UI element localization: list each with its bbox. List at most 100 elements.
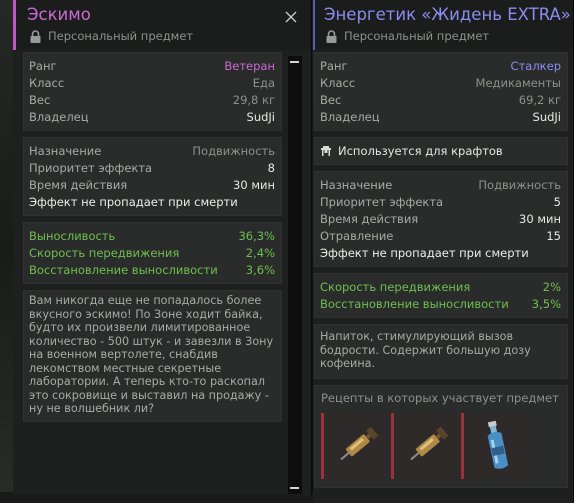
stat-value: 30 мин bbox=[233, 178, 275, 192]
stat-value: 5 bbox=[553, 195, 561, 209]
stat-value: SudJi bbox=[246, 110, 275, 124]
recipe-slot[interactable] bbox=[321, 412, 387, 479]
stat-label: Время действия bbox=[29, 178, 128, 192]
stat-value: Медикаменты bbox=[475, 76, 561, 90]
stat-value: 36,3% bbox=[238, 229, 275, 243]
stat-label: Назначение bbox=[320, 178, 393, 192]
description-section: Вам никогда еще не попадалось более вкус… bbox=[23, 290, 282, 422]
stat-label: Восстановление выносливости bbox=[29, 263, 218, 277]
stat-label: Время действия bbox=[320, 212, 419, 226]
syringe-icon bbox=[410, 426, 449, 460]
stat-label: Приоритет эффекта bbox=[29, 161, 153, 175]
stat-value: 30 мин bbox=[519, 212, 561, 226]
stat-label: Отравление bbox=[320, 229, 394, 243]
stat-row: Вес 69,2 кг bbox=[320, 92, 561, 109]
personal-item-badge: Персональный предмет bbox=[326, 29, 489, 43]
personal-item-badge: Персональный предмет bbox=[30, 29, 193, 43]
item-tooltip-eskimo: Эскимо Персональный предмет Ранг Ветеран К… bbox=[13, 0, 312, 495]
stat-label: Класс bbox=[320, 76, 356, 90]
craft-note: Используется для крафтов bbox=[320, 138, 561, 164]
stat-label: Ранг bbox=[29, 59, 57, 73]
bonus-stat-row: Восстановление выносливости 3,5% bbox=[320, 296, 561, 313]
item-title: Эскимо bbox=[27, 5, 91, 24]
stat-label: Ранг bbox=[320, 59, 348, 73]
stat-row: Назначение Подвижность bbox=[320, 177, 561, 194]
bottle-icon bbox=[487, 420, 509, 469]
tooltip-header: Энергетик «Жидень EXTRA» Персональный пр… bbox=[313, 0, 573, 50]
bonus-stat-row: Восстановление выносливости 3,6% bbox=[29, 262, 275, 279]
effect-section: Назначение Подвижность Приоритет эффекта 8 В… bbox=[23, 137, 282, 216]
item-description: Напиток, стимулирующий вызов бодрости. С… bbox=[320, 330, 531, 370]
stat-value: 3,5% bbox=[531, 297, 561, 311]
personal-label: Персональный предмет bbox=[344, 29, 490, 43]
stat-value: 3,6% bbox=[245, 263, 275, 277]
effect-note: Эффект не пропадает при смерти bbox=[29, 195, 238, 209]
item-description: Вам никогда еще не попадалось более вкус… bbox=[29, 294, 274, 415]
bonus-stats-section: Выносливость 36,3% Скорость передвижения 2,… bbox=[23, 222, 282, 284]
stat-value: SudJi bbox=[532, 110, 561, 124]
stat-label: Вес bbox=[29, 93, 51, 107]
stat-value: 2% bbox=[542, 280, 561, 294]
bonus-stat-row: Скорость передвижения 2% bbox=[320, 279, 561, 296]
description-section: Напиток, стимулирующий вызов бодрости. С… bbox=[314, 324, 568, 379]
stat-value: 69,2 кг bbox=[518, 93, 561, 107]
item-title: Энергетик «Жидень EXTRA» bbox=[324, 5, 571, 24]
stat-label: Скорость передвижения bbox=[29, 246, 180, 260]
stat-row: Приоритет эффекта 5 bbox=[320, 194, 561, 211]
recipes-label: Рецепты в которых участвует предмет bbox=[321, 390, 559, 405]
stat-row: Владелец SudJi bbox=[29, 109, 275, 126]
tooltip-body: Ранг Ветеран Класс Еда Вес 29,8 кг Владелец Sud… bbox=[23, 52, 282, 428]
stat-value: Подвижность bbox=[478, 178, 561, 192]
stat-label: Класс bbox=[29, 76, 65, 90]
stat-value: Сталкер bbox=[510, 59, 561, 73]
stat-value: 15 bbox=[546, 229, 561, 243]
stat-row: Класс Медикаменты bbox=[320, 75, 561, 92]
stat-label: Скорость передвижения bbox=[320, 280, 471, 294]
stat-label: Владелец bbox=[29, 110, 89, 124]
stat-row: Вес 29,8 кг bbox=[29, 92, 275, 109]
syringe-icon bbox=[340, 426, 379, 460]
stat-row: Приоритет эффекта 8 bbox=[29, 160, 275, 177]
basic-stats-section: Ранг Сталкер Класс Медикаменты Вес 69,2 кг Вла… bbox=[314, 52, 568, 131]
stat-row: Ранг Ветеран bbox=[29, 58, 275, 75]
stat-row: Отравление 15 bbox=[320, 228, 561, 245]
stat-label: Восстановление выносливости bbox=[320, 297, 509, 311]
effect-note: Эффект не пропадает при смерти bbox=[320, 246, 529, 260]
stat-value: 8 bbox=[267, 161, 275, 175]
bonus-stat-row: Выносливость 36,3% bbox=[29, 228, 275, 245]
effect-section: Назначение Подвижность Приоритет эффекта 5 В… bbox=[314, 171, 568, 267]
stat-row: Время действия 30 мин bbox=[320, 211, 561, 228]
background-strip bbox=[0, 0, 13, 503]
recipes-section: Рецепты в которых участвует предмет bbox=[314, 384, 568, 488]
stat-value: Ветеран bbox=[224, 59, 275, 73]
stat-value: 29,8 кг bbox=[232, 93, 275, 107]
personal-label: Персональный предмет bbox=[48, 29, 194, 43]
bonus-stat-row: Скорость передвижения 2,4% bbox=[29, 245, 275, 262]
recipes-list bbox=[321, 412, 561, 479]
scrollbar[interactable] bbox=[288, 56, 302, 494]
bonus-stats-section: Скорость передвижения 2% Восстановление вы… bbox=[314, 273, 568, 318]
craft-label: Используется для крафтов bbox=[338, 144, 503, 158]
stat-label: Вес bbox=[320, 93, 342, 107]
stat-value: Подвижность bbox=[192, 144, 275, 158]
stat-value: 2,4% bbox=[245, 246, 275, 260]
stat-row: Владелец SudJi bbox=[320, 109, 561, 126]
recipe-slot[interactable] bbox=[391, 412, 457, 479]
tooltip-header: Эскимо Персональный предмет bbox=[13, 0, 311, 50]
close-icon[interactable] bbox=[284, 10, 298, 24]
tooltip-body: Ранг Сталкер Класс Медикаменты Вес 69,2 кг Вла… bbox=[314, 52, 568, 494]
stat-label: Назначение bbox=[29, 144, 102, 158]
stat-label: Выносливость bbox=[29, 229, 116, 243]
stat-row: Назначение Подвижность bbox=[29, 143, 275, 160]
stat-row: Класс Еда bbox=[29, 75, 275, 92]
basic-stats-section: Ранг Ветеран Класс Еда Вес 29,8 кг Владелец Sud… bbox=[23, 52, 282, 131]
lock-icon bbox=[30, 29, 41, 43]
stat-label: Владелец bbox=[320, 110, 380, 124]
workbench-icon bbox=[321, 146, 331, 156]
stat-row: Время действия 30 мин bbox=[29, 177, 275, 194]
stat-label: Приоритет эффекта bbox=[320, 195, 444, 209]
scrollbar-bottom-cap bbox=[290, 487, 299, 489]
lock-icon bbox=[326, 29, 337, 43]
scrollbar-top-cap bbox=[290, 61, 299, 63]
recipe-slot[interactable] bbox=[461, 412, 527, 479]
